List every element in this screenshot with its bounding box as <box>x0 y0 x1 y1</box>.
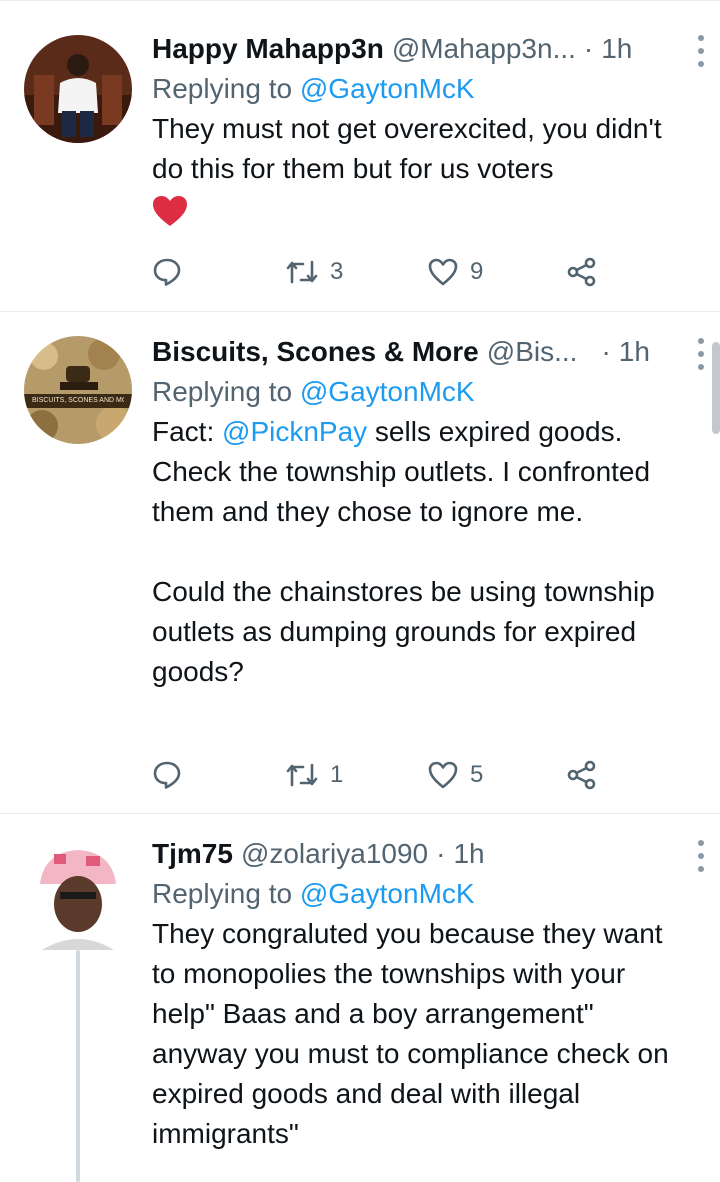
share-icon <box>567 760 596 790</box>
like-icon <box>428 761 458 789</box>
user-handle[interactable]: @zolariya1090 <box>241 834 428 874</box>
reply-icon <box>153 761 181 789</box>
retweet-icon <box>286 763 318 787</box>
replying-prefix: Replying to <box>152 878 300 909</box>
tweet-actions: 1 5 <box>152 755 598 795</box>
bakery-logo-icon <box>24 336 132 444</box>
replying-prefix: Replying to <box>152 376 300 407</box>
retweet-icon <box>286 260 318 284</box>
tweet[interactable]: Happy Mahapp3n @Mahapp3n... · 1h Replyin… <box>0 0 720 312</box>
avatar-logo-text: BISCUITS, SCONES AND MORE <box>32 397 124 404</box>
share-button[interactable] <box>566 256 598 288</box>
timestamp[interactable]: 1h <box>619 332 650 372</box>
scrollbar-thumb[interactable] <box>712 342 720 434</box>
tweet-text: They must not get overexcited, you didn'… <box>152 113 670 184</box>
retweet-count: 1 <box>330 761 344 788</box>
separator-dot: · <box>436 838 446 869</box>
tweet-header: Biscuits, Scones & More @Bis... · 1h <box>152 332 704 372</box>
display-name[interactable]: Tjm75 <box>152 834 233 874</box>
heart-emoji-icon <box>152 195 680 229</box>
reply-button[interactable] <box>152 257 286 287</box>
tweet-text: They congraluted you because they want t… <box>152 918 677 1149</box>
tweet-header: Happy Mahapp3n @Mahapp3n... · 1h <box>152 29 704 69</box>
more-options-icon[interactable] <box>696 840 706 872</box>
reply-icon <box>153 258 181 286</box>
like-icon <box>428 258 458 286</box>
replying-to-mention[interactable]: @GaytonMcK <box>300 376 475 407</box>
user-handle[interactable]: @Mahapp3n... <box>392 29 576 69</box>
profile-photo-icon <box>24 35 132 143</box>
tweet-text-rest: sells expired goods. Check the township … <box>152 416 655 687</box>
separator-dot: · <box>601 336 611 367</box>
separator-dot: · <box>583 33 594 64</box>
retweet-count: 3 <box>330 258 344 285</box>
more-options-icon[interactable] <box>696 338 706 370</box>
share-icon <box>567 257 596 287</box>
display-name[interactable]: Happy Mahapp3n <box>152 29 384 69</box>
thread-line <box>76 950 80 1182</box>
tweet[interactable]: Tjm75 @zolariya1090 · 1h Replying to @Ga… <box>0 814 720 1182</box>
tweet-mention[interactable]: @PicknPay <box>222 416 367 447</box>
replying-to-mention[interactable]: @GaytonMcK <box>300 73 475 104</box>
like-button[interactable]: 5 <box>428 761 566 789</box>
timestamp[interactable]: 1h <box>601 29 632 69</box>
like-count: 9 <box>470 258 484 285</box>
more-options-icon[interactable] <box>696 35 706 67</box>
timestamp[interactable]: 1h <box>453 834 484 874</box>
replying-to-mention[interactable]: @GaytonMcK <box>300 878 475 909</box>
tweet-content: Biscuits, Scones & More @Bis... · 1h Rep… <box>152 332 704 692</box>
profile-photo-icon <box>24 832 132 950</box>
retweet-button[interactable]: 1 <box>286 761 428 789</box>
like-button[interactable]: 9 <box>428 258 566 286</box>
avatar[interactable]: BISCUITS, SCONES AND MORE <box>24 336 132 444</box>
replying-to: Replying to @GaytonMcK <box>152 372 680 412</box>
display-name[interactable]: Biscuits, Scones & More <box>152 332 479 372</box>
tweet[interactable]: BISCUITS, SCONES AND MORE Biscuits, Scon… <box>0 312 720 814</box>
tweet-header: Tjm75 @zolariya1090 · 1h <box>152 834 704 874</box>
tweet-text-prefix: Fact: <box>152 416 223 447</box>
tweet-text: Fact: @PicknPay sells expired goods. Che… <box>152 412 680 692</box>
tweet-content: Tjm75 @zolariya1090 · 1h Replying to @Ga… <box>152 834 704 1154</box>
replying-to: Replying to @GaytonMcK <box>152 874 680 914</box>
reply-button[interactable] <box>152 760 286 790</box>
retweet-button[interactable]: 3 <box>286 258 428 286</box>
avatar[interactable] <box>24 35 132 143</box>
replying-prefix: Replying to <box>152 73 300 104</box>
replying-to: Replying to @GaytonMcK <box>152 69 680 109</box>
tweet-content: Happy Mahapp3n @Mahapp3n... · 1h Replyin… <box>152 29 704 229</box>
tweet-actions: 3 9 <box>152 252 598 292</box>
like-count: 5 <box>470 761 484 788</box>
share-button[interactable] <box>566 759 598 791</box>
avatar[interactable] <box>24 832 132 950</box>
user-handle[interactable]: @Bis... <box>487 332 578 372</box>
